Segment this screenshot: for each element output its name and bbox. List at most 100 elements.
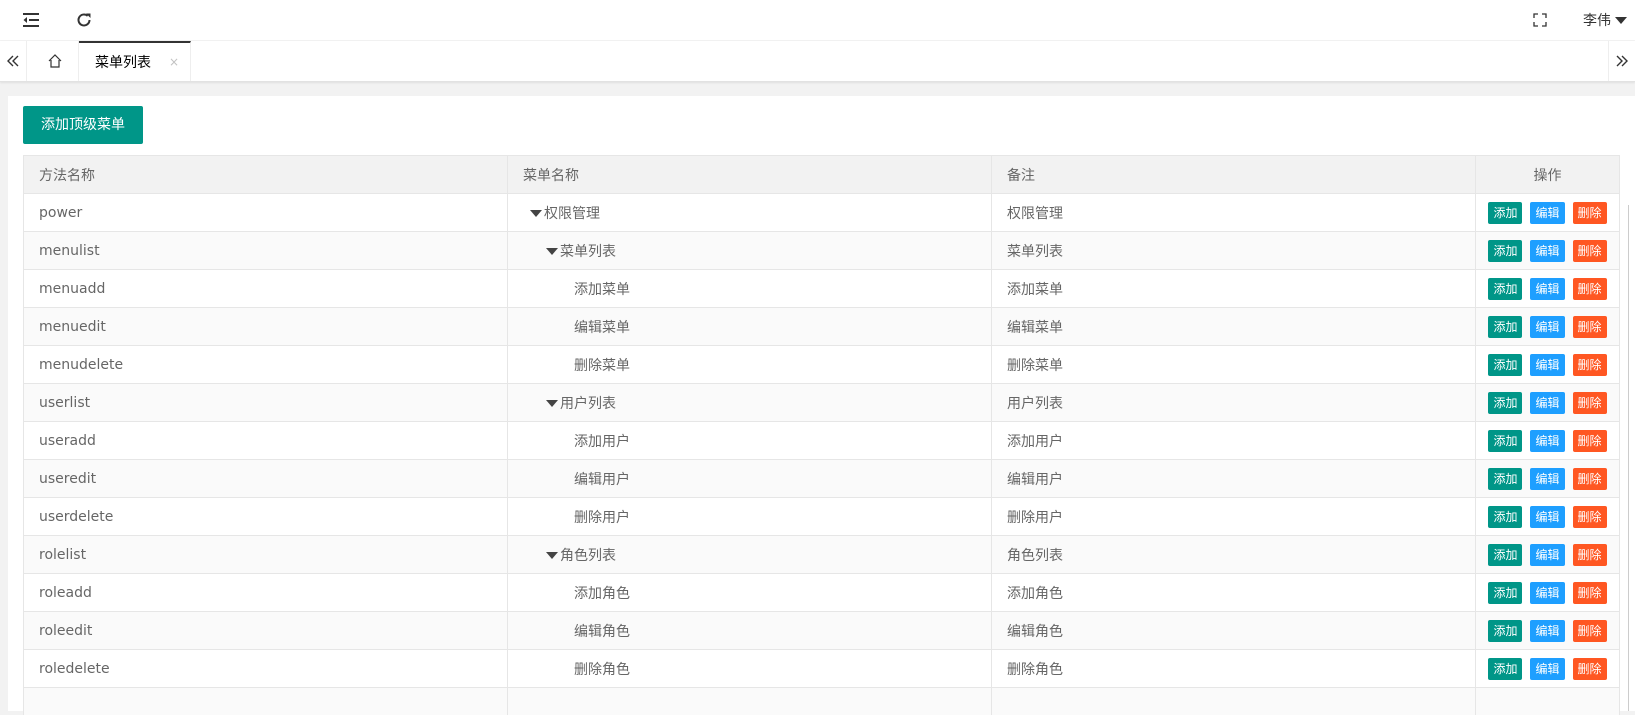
cell-note: 添加用户: [992, 422, 1476, 460]
edit-button[interactable]: 编辑: [1530, 202, 1564, 224]
delete-button[interactable]: 删除: [1573, 278, 1607, 300]
tab-label: 菜单列表: [95, 52, 151, 72]
edit-button[interactable]: 编辑: [1530, 620, 1564, 642]
delete-button[interactable]: 删除: [1573, 392, 1607, 414]
cell-note: 删除角色: [992, 650, 1476, 688]
edit-button[interactable]: 编辑: [1530, 278, 1564, 300]
add-button[interactable]: 添加: [1488, 620, 1522, 642]
caret-down-icon[interactable]: [546, 400, 558, 407]
cell-menu-name: 编辑菜单: [508, 308, 992, 346]
delete-button[interactable]: 删除: [1573, 506, 1607, 528]
menu-fold-icon[interactable]: [19, 8, 43, 32]
delete-button[interactable]: 删除: [1573, 620, 1607, 642]
cell-method: menulist: [24, 232, 508, 270]
close-icon[interactable]: ×: [169, 55, 179, 69]
tab-menu-list[interactable]: 菜单列表 ×: [79, 41, 191, 81]
table-row: useradd添加用户添加用户添加编辑删除: [24, 422, 1620, 460]
home-icon[interactable]: [32, 41, 79, 81]
delete-button[interactable]: 删除: [1573, 240, 1607, 262]
delete-button[interactable]: 删除: [1573, 316, 1607, 338]
cell-method: useredit: [24, 460, 508, 498]
double-chevron-left-icon[interactable]: [0, 41, 27, 81]
cell-menu-name: 删除用户: [508, 498, 992, 536]
caret-down-icon[interactable]: [530, 210, 542, 217]
cell-actions: 添加编辑删除: [1476, 308, 1620, 346]
cell-actions: 添加编辑删除: [1476, 232, 1620, 270]
cell-actions: 添加编辑删除: [1476, 460, 1620, 498]
edit-button[interactable]: 编辑: [1530, 430, 1564, 452]
cell-actions: 添加编辑删除: [1476, 346, 1620, 384]
double-chevron-right-icon[interactable]: [1608, 41, 1635, 81]
user-menu[interactable]: 李伟: [1583, 10, 1627, 30]
delete-button[interactable]: 删除: [1573, 354, 1607, 376]
cell-note: 添加角色: [992, 574, 1476, 612]
delete-button[interactable]: 删除: [1573, 544, 1607, 566]
cell-method: menudelete: [24, 346, 508, 384]
delete-button[interactable]: 删除: [1573, 202, 1607, 224]
cell-method: useradd: [24, 422, 508, 460]
refresh-icon[interactable]: [72, 8, 96, 32]
edit-button[interactable]: 编辑: [1530, 544, 1564, 566]
tab-bar: 菜单列表 ×: [0, 41, 1635, 82]
cell-note: 编辑角色: [992, 612, 1476, 650]
delete-button[interactable]: 删除: [1573, 658, 1607, 680]
menu-name-label: 删除角色: [574, 662, 630, 678]
cell-actions: 添加编辑删除: [1476, 574, 1620, 612]
menu-name-label: 编辑菜单: [574, 320, 630, 336]
menu-name-label: 添加角色: [574, 586, 630, 602]
scrollbar[interactable]: [1628, 205, 1635, 711]
menu-name-label: 角色列表: [560, 548, 616, 564]
cell-menu-name: 添加菜单: [508, 270, 992, 308]
table-row: menulist菜单列表菜单列表添加编辑删除: [24, 232, 1620, 270]
delete-button[interactable]: 删除: [1573, 582, 1607, 604]
cell-note: 角色列表: [992, 536, 1476, 574]
cell-note: 编辑菜单: [992, 308, 1476, 346]
caret-down-icon: [1615, 17, 1627, 24]
add-button[interactable]: 添加: [1488, 430, 1522, 452]
edit-button[interactable]: 编辑: [1530, 392, 1564, 414]
add-button[interactable]: 添加: [1488, 354, 1522, 376]
cell-actions: 添加编辑删除: [1476, 498, 1620, 536]
header-note: 备注: [992, 156, 1476, 194]
menu-name-label: 编辑用户: [574, 472, 630, 488]
menu-table-wrapper: 方法名称 菜单名称 备注 操作 power权限管理权限管理添加编辑删除menul…: [23, 155, 1620, 715]
add-button[interactable]: 添加: [1488, 582, 1522, 604]
edit-button[interactable]: 编辑: [1530, 468, 1564, 490]
edit-button[interactable]: 编辑: [1530, 354, 1564, 376]
add-button[interactable]: 添加: [1488, 278, 1522, 300]
add-button[interactable]: 添加: [1488, 506, 1522, 528]
edit-button[interactable]: 编辑: [1530, 582, 1564, 604]
delete-button[interactable]: 删除: [1573, 430, 1607, 452]
add-button[interactable]: 添加: [1488, 544, 1522, 566]
fullscreen-icon[interactable]: [1528, 8, 1552, 32]
caret-down-icon[interactable]: [546, 552, 558, 559]
add-button[interactable]: 添加: [1488, 240, 1522, 262]
menu-name-label: 添加用户: [574, 434, 630, 450]
header-actions: 操作: [1476, 156, 1620, 194]
add-top-menu-button[interactable]: 添加顶级菜单: [23, 106, 143, 144]
table-row: useredit编辑用户编辑用户添加编辑删除: [24, 460, 1620, 498]
cell-menu-name: 添加角色: [508, 574, 992, 612]
edit-button[interactable]: 编辑: [1530, 506, 1564, 528]
edit-button[interactable]: 编辑: [1530, 316, 1564, 338]
cell-note: 用户列表: [992, 384, 1476, 422]
cell-menu-name: 权限管理: [508, 194, 992, 232]
delete-button[interactable]: 删除: [1573, 468, 1607, 490]
cell-method: userdelete: [24, 498, 508, 536]
add-button[interactable]: 添加: [1488, 202, 1522, 224]
user-name: 李伟: [1583, 10, 1611, 30]
cell-method: power: [24, 194, 508, 232]
add-button[interactable]: 添加: [1488, 392, 1522, 414]
add-button[interactable]: 添加: [1488, 316, 1522, 338]
header-method-name: 方法名称: [24, 156, 508, 194]
cell-actions: 添加编辑删除: [1476, 270, 1620, 308]
edit-button[interactable]: 编辑: [1530, 240, 1564, 262]
add-button[interactable]: 添加: [1488, 658, 1522, 680]
edit-button[interactable]: 编辑: [1530, 658, 1564, 680]
top-header: 李伟: [0, 0, 1635, 40]
cell-note: 删除用户: [992, 498, 1476, 536]
add-button[interactable]: 添加: [1488, 468, 1522, 490]
cell-menu-name: 编辑用户: [508, 460, 992, 498]
cell-menu-name: 添加用户: [508, 422, 992, 460]
caret-down-icon[interactable]: [546, 248, 558, 255]
